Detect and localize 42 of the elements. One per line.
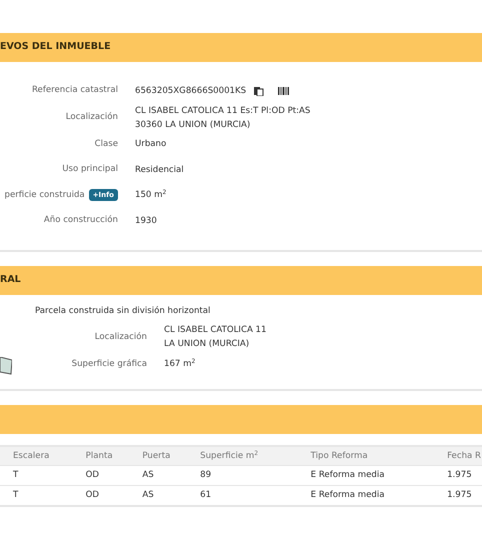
field-label: Clase — [94, 138, 118, 151]
column-header: Escalera — [0, 446, 85, 466]
field-label: Localización — [94, 330, 147, 344]
copy-icon[interactable] — [254, 86, 264, 96]
field-label: Superficie gráfica — [72, 358, 147, 371]
parcel-drawing — [0, 356, 12, 374]
table-cell: 61 — [199, 486, 310, 506]
table-cell: 89 — [199, 466, 310, 486]
column-header: Puerta — [141, 446, 200, 466]
section-title: RAL — [0, 272, 21, 287]
table-cell: 1.975 — [446, 486, 482, 506]
column-header: Fecha R — [446, 446, 482, 466]
section-title: EVOS DEL INMUEBLE — [0, 40, 111, 54]
table-cell: E Reforma media — [310, 466, 446, 486]
table-cell: AS — [141, 466, 200, 486]
field-value: 30360 LA UNION (MURCIA) — [135, 118, 252, 132]
table-cell: OD — [84, 466, 142, 486]
field-value: Urbano — [135, 138, 166, 152]
field-value: 1930 — [135, 214, 157, 228]
field-label: Referencia catastral — [32, 84, 118, 98]
table-cell: T — [0, 486, 85, 506]
field-label: Localización — [66, 111, 118, 124]
table-cell: OD — [84, 486, 142, 506]
field-value: 150 m$^{2}$ — [135, 188, 166, 202]
field-value: 6563205XG8666S0001KS — [135, 84, 246, 98]
column-header: Superficie m$^{2}$ — [199, 446, 310, 466]
field-value: CL ISABEL CATOLICA 11 — [164, 324, 266, 338]
table-cell: 1.975 — [446, 466, 482, 486]
field-value: 167 m$^{2}$ — [164, 357, 196, 372]
field-value: CL ISABEL CATOLICA 11 Es:T Pl:OD Pt:AS — [135, 104, 310, 118]
field-value: LA UNION (MURCIA) — [164, 338, 250, 352]
barcode-icon[interactable] — [278, 86, 290, 95]
table-cell: AS — [141, 486, 200, 506]
parcel-caption: Parcela construida sin división horizontal — [35, 304, 212, 318]
column-header: Tipo Reforma — [310, 446, 446, 466]
table-cell: T — [0, 466, 85, 486]
field-label: Año construcción — [44, 214, 118, 228]
table-cell: E Reforma media — [310, 486, 446, 506]
column-header: Planta — [84, 446, 142, 466]
field-label: Uso principal — [62, 163, 118, 176]
field-value: Residencial — [135, 164, 184, 177]
field-label: perficie construida — [4, 188, 85, 202]
